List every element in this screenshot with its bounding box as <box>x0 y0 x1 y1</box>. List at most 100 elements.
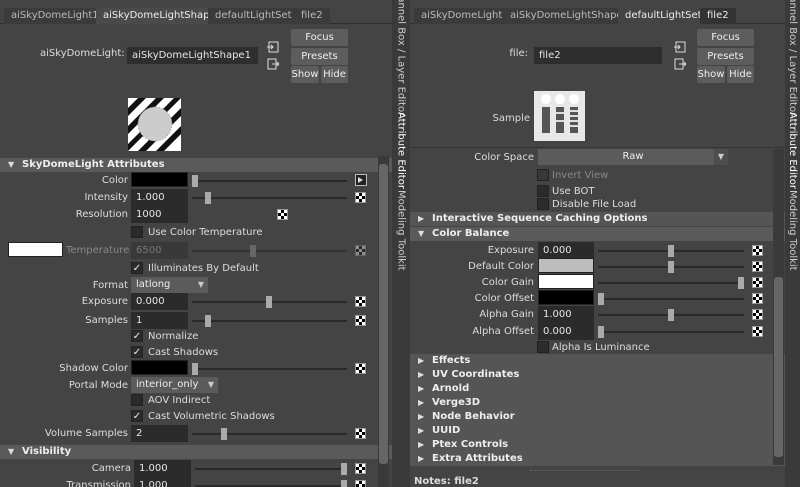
color-gain-swatch[interactable] <box>538 274 594 289</box>
samples-slider-thumb[interactable] <box>205 315 211 327</box>
tab-aiskydomelight1[interactable]: aiSkyDomeLight1 <box>414 8 516 24</box>
intensity-slider-thumb[interactable] <box>205 192 211 204</box>
vtab-channel-box[interactable]: Channel Box / Layer Editor <box>392 0 410 117</box>
exposure-slider[interactable] <box>192 296 347 308</box>
section-visibility[interactable]: ▼ Visibility <box>0 445 392 459</box>
tab-aiskydomelight1[interactable]: aiSkyDomeLight1 <box>4 8 106 24</box>
color-offset-slider-thumb[interactable] <box>598 293 604 305</box>
presets-button[interactable]: Presets <box>291 48 348 65</box>
transmission-field[interactable]: 1.000 <box>134 477 191 487</box>
alpha-offset-slider[interactable] <box>598 326 744 338</box>
samples-slider[interactable] <box>192 315 347 327</box>
normalize-checkbox[interactable]: ✓ <box>131 330 143 342</box>
samples-field[interactable]: 1 <box>131 312 188 329</box>
default-color-slider-thumb[interactable] <box>668 261 674 273</box>
cast-volumetric-shadows-checkbox[interactable]: ✓ <box>131 410 143 422</box>
tab-file2[interactable]: file2 <box>700 8 736 24</box>
section-uv-coordinates[interactable]: ▶ UV Coordinates <box>410 368 785 382</box>
disable-file-load-checkbox[interactable] <box>537 198 549 210</box>
use-color-temperature-checkbox[interactable] <box>131 226 143 238</box>
volume-samples-slider-thumb[interactable] <box>221 428 227 440</box>
color-gain-slider-thumb[interactable] <box>738 277 744 289</box>
color-swatch[interactable] <box>131 172 188 187</box>
cb-exposure-map-button[interactable] <box>752 245 763 256</box>
vtab-attribute-editor[interactable]: Attribute Editor <box>785 110 800 190</box>
cb-exposure-slider[interactable] <box>598 245 744 257</box>
illuminates-by-default-checkbox[interactable]: ✓ <box>131 262 143 274</box>
left-scrollbar-handle[interactable] <box>379 164 388 464</box>
vtab-channel-box[interactable]: Channel Box / Layer Editor <box>785 0 800 117</box>
volume-samples-map-button[interactable] <box>355 428 366 439</box>
section-arnold[interactable]: ▶ Arnold <box>410 382 785 396</box>
intensity-slider[interactable] <box>192 192 347 204</box>
cb-exposure-slider-thumb[interactable] <box>668 245 674 257</box>
vtab-attribute-editor[interactable]: Attribute Editor <box>392 110 410 190</box>
shadow-color-swatch[interactable] <box>131 360 188 375</box>
portal-mode-dropdown[interactable]: interior_only ▼ <box>131 377 218 393</box>
section-verge3d[interactable]: ▶ Verge3D <box>410 396 785 410</box>
color-gain-map-button[interactable] <box>752 277 763 288</box>
section-skydomelight-attributes[interactable]: ▼ SkyDomeLight Attributes <box>0 158 392 172</box>
exposure-map-button[interactable] <box>355 296 366 307</box>
exposure-slider-thumb[interactable] <box>266 296 272 308</box>
volume-samples-field[interactable]: 2 <box>131 425 188 442</box>
color-gain-slider[interactable] <box>598 277 744 289</box>
intensity-field[interactable]: 1.000 <box>131 189 188 206</box>
alpha-gain-slider-thumb[interactable] <box>668 309 674 321</box>
section-interactive-sequence-caching[interactable]: ▶ Interactive Sequence Caching Options <box>410 212 785 226</box>
hide-button[interactable]: Hide <box>321 66 348 83</box>
load-attributes-icon[interactable] <box>267 41 279 53</box>
right-scrollbar-handle[interactable] <box>774 277 783 457</box>
section-effects[interactable]: ▶ Effects <box>410 354 785 368</box>
transmission-slider-thumb[interactable] <box>341 480 347 487</box>
shadow-color-slider-thumb[interactable] <box>192 363 198 375</box>
alpha-offset-map-button[interactable] <box>752 326 763 337</box>
tab-file2[interactable]: file2 <box>294 8 330 24</box>
color-offset-slider[interactable] <box>598 293 744 305</box>
node-name-field[interactable]: file2 <box>534 47 662 64</box>
aov-indirect-checkbox[interactable] <box>131 394 143 406</box>
alpha-offset-slider-thumb[interactable] <box>598 326 604 338</box>
transmission-map-button[interactable] <box>355 480 366 487</box>
node-name-field[interactable]: aiSkyDomeLightShape1 <box>127 47 258 64</box>
shadow-color-slider[interactable] <box>192 363 347 375</box>
alpha-gain-map-button[interactable] <box>752 309 763 320</box>
alpha-gain-field[interactable]: 1.000 <box>538 306 594 323</box>
focus-button[interactable]: Focus <box>291 29 348 46</box>
copy-tab-icon[interactable] <box>267 58 279 70</box>
resize-handle[interactable] <box>530 470 640 471</box>
default-color-swatch[interactable] <box>538 258 594 273</box>
cast-shadows-checkbox[interactable]: ✓ <box>131 346 143 358</box>
alpha-gain-slider[interactable] <box>598 309 744 321</box>
show-button[interactable]: Show <box>291 66 319 83</box>
focus-button[interactable]: Focus <box>697 29 754 46</box>
exposure-field[interactable]: 0.000 <box>131 293 188 310</box>
alpha-is-luminance-checkbox[interactable] <box>537 341 549 353</box>
resolution-field[interactable]: 1000 <box>131 206 188 223</box>
alpha-offset-field[interactable]: 0.000 <box>538 323 594 340</box>
show-button[interactable]: Show <box>697 66 725 83</box>
left-scrollbar[interactable] <box>378 156 389 487</box>
cb-exposure-field[interactable]: 0.000 <box>538 242 594 259</box>
temperature-map-button[interactable] <box>355 245 366 256</box>
camera-slider-thumb[interactable] <box>341 463 347 475</box>
vtab-modeling-toolkit[interactable]: Modeling Toolkit <box>392 190 410 271</box>
section-node-behavior[interactable]: ▶ Node Behavior <box>410 410 785 424</box>
intensity-map-button[interactable] <box>355 192 366 203</box>
section-ptex-controls[interactable]: ▶ Ptex Controls <box>410 438 785 452</box>
section-color-balance[interactable]: ▼ Color Balance <box>410 227 785 241</box>
resolution-map-button[interactable] <box>277 209 288 220</box>
color-space-dropdown[interactable]: Raw ▼ <box>538 149 728 165</box>
camera-field[interactable]: 1.000 <box>134 460 191 477</box>
format-dropdown[interactable]: latlong ▼ <box>131 277 208 293</box>
vtab-modeling-toolkit[interactable]: Modeling Toolkit <box>785 190 800 271</box>
color-offset-swatch[interactable] <box>538 290 594 305</box>
color-offset-map-button[interactable] <box>752 293 763 304</box>
invert-view-checkbox[interactable] <box>537 169 549 181</box>
temperature-slider-thumb[interactable] <box>250 245 256 257</box>
section-uuid[interactable]: ▶ UUID <box>410 424 785 438</box>
camera-map-button[interactable] <box>355 463 366 474</box>
copy-tab-icon[interactable] <box>674 58 686 70</box>
color-slider[interactable] <box>192 175 347 187</box>
default-color-slider[interactable] <box>598 261 744 273</box>
